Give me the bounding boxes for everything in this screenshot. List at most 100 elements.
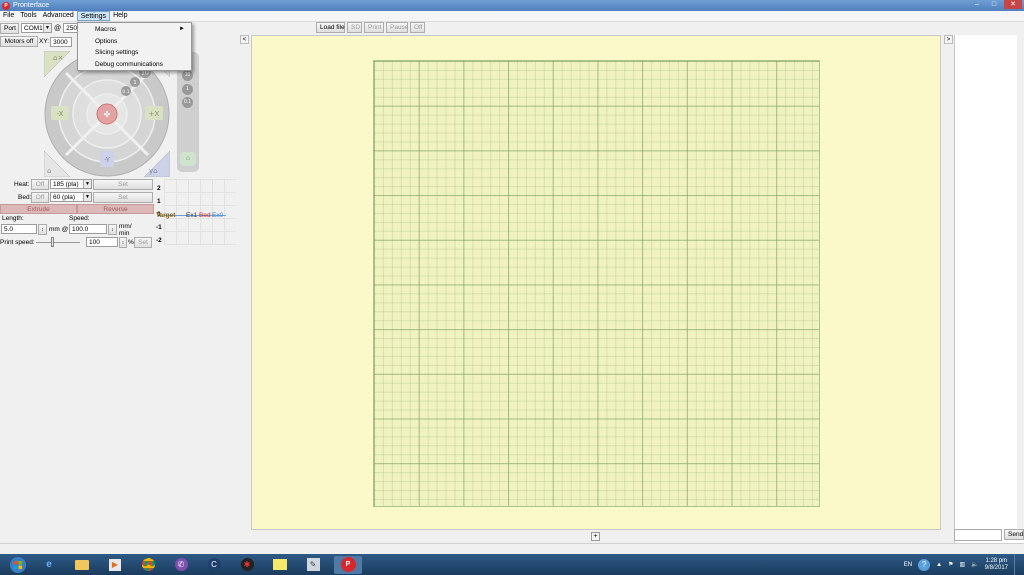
menubar: File Tools Advanced Settings Help [0, 11, 1024, 22]
media-player-icon[interactable]: ▶ [103, 556, 127, 574]
menu-item-macros[interactable]: Macros ► [78, 24, 191, 36]
system-tray: EN ? ▲ ⚑ ▥ 🔈 1:28 pm 9/8/2017 [904, 554, 1020, 575]
build-plate-grid[interactable] [373, 60, 820, 507]
at-label: @ [54, 24, 62, 32]
heat-off-button[interactable]: Off [31, 179, 49, 190]
bed-set-button[interactable]: Set [93, 192, 153, 203]
help-icon[interactable]: ? [918, 558, 931, 571]
ccleaner-icon[interactable]: C [202, 556, 226, 574]
jog-step-01-label: 0.1 [122, 89, 129, 95]
menu-advanced[interactable]: Advanced [40, 11, 77, 21]
length-input[interactable]: 5.0 [1, 224, 37, 234]
graph-tick: -2 [156, 237, 162, 244]
minimize-icon[interactable]: – [970, 0, 984, 9]
close-icon[interactable]: ✕ [1004, 0, 1022, 9]
temperature-graph: 2 1 0 -1 -2 Target Ex1 Bed Ex0 [154, 179, 236, 245]
heat-label: Heat: [14, 181, 30, 188]
jog-x-minus-label: -X [57, 110, 64, 118]
menu-item-macros-label: Macros [95, 26, 117, 33]
chrome-icon[interactable] [136, 556, 160, 574]
collapse-left-button[interactable]: < [240, 35, 249, 44]
heat-set-button[interactable]: Set [93, 179, 153, 190]
connection-row: Port COM1 ▼ @ 250000 [0, 22, 88, 34]
speed-stepper[interactable]: ↕ [108, 224, 117, 235]
menu-item-debug-communications[interactable]: Debug communications [78, 59, 191, 71]
home-x-icon: ⌂× [53, 54, 63, 62]
extrude-button[interactable]: Extrude [0, 204, 77, 214]
console-scrollbar[interactable] [1017, 35, 1024, 529]
pronterface-app-icon: P [2, 1, 10, 10]
load-file-button[interactable]: Load file [316, 22, 345, 33]
internet-explorer-icon[interactable]: e [37, 556, 61, 574]
console-send-row: Send [954, 529, 1024, 541]
menu-file[interactable]: File [0, 11, 17, 21]
length-stepper[interactable]: ↕ [38, 224, 47, 235]
menu-item-slicing-settings[interactable]: Slicing settings [78, 47, 191, 59]
language-indicator[interactable]: EN [904, 562, 912, 568]
menu-tools[interactable]: Tools [17, 11, 39, 21]
clock-time: 1:28 pm [985, 557, 1008, 564]
viber-icon[interactable]: ✆ [169, 556, 193, 574]
port-select[interactable]: COM1 ▼ [21, 23, 52, 33]
console-log[interactable] [954, 35, 1024, 543]
collapse-right-button[interactable]: > [944, 35, 953, 44]
z-step-1-badge[interactable]: 1 [182, 84, 193, 95]
bed-select[interactable]: 60 (pla) ▼ [50, 192, 92, 202]
print-speed-stepper[interactable]: ↕ [119, 237, 127, 248]
sd-button[interactable]: SD [347, 22, 362, 33]
heat-select[interactable]: 185 (pla) ▼ [50, 179, 92, 189]
print-speed-slider[interactable] [36, 242, 80, 243]
bed-select-value: 60 (pla) [53, 194, 76, 201]
status-bar [0, 543, 1024, 554]
command-input[interactable] [954, 529, 1002, 541]
xy-feedrate-input[interactable]: 3000 [50, 36, 73, 47]
menu-settings[interactable]: Settings [76, 11, 111, 21]
file-explorer-icon[interactable] [70, 556, 94, 574]
menu-item-options[interactable]: Options [78, 36, 191, 48]
bed-label: Bed: [18, 194, 32, 201]
network-icon[interactable]: ▥ [959, 561, 965, 568]
motors-row: Motors off XY: 3000 [0, 36, 73, 47]
home-all-icon: ⌂ [47, 167, 51, 175]
legend-target: Target [156, 212, 176, 219]
plus-icon[interactable]: + [591, 532, 600, 541]
slicer-app-icon[interactable]: ✱ [235, 556, 259, 574]
print-speed-input[interactable]: 100 [86, 237, 118, 247]
print-button[interactable]: Print [364, 22, 384, 33]
print-speed-set-button[interactable]: Set [134, 237, 152, 248]
reverse-button[interactable]: Reverse [77, 204, 154, 214]
port-select-value: COM1 [24, 25, 43, 32]
sticky-notes-icon[interactable] [268, 556, 292, 574]
maximize-icon[interactable]: □ [987, 0, 1001, 9]
graph-tick: 2 [157, 185, 161, 192]
port-button[interactable]: Port [0, 22, 19, 34]
off-button[interactable]: Off [410, 22, 425, 33]
clock-date: 9/8/2017 [984, 564, 1008, 571]
print-speed-label: Print speed: [0, 239, 35, 246]
flag-icon[interactable]: ⚑ [948, 561, 953, 568]
start-button[interactable] [8, 556, 28, 574]
graph-tick: -1 [156, 224, 162, 231]
graph-tick: 1 [157, 198, 161, 205]
show-desktop-button[interactable] [1014, 554, 1020, 575]
bed-off-button[interactable]: Off [31, 192, 49, 203]
z-step-01-badge[interactable]: 0.1 [182, 97, 193, 108]
z-step-10-badge[interactable]: 10 [182, 70, 193, 81]
print-speed-slider-thumb[interactable] [51, 237, 54, 247]
build-plate-canvas[interactable] [251, 35, 941, 530]
send-button[interactable]: Send [1004, 529, 1024, 540]
pronterface-taskbar-icon[interactable]: P [334, 555, 362, 574]
pause-button[interactable]: Pause [386, 22, 408, 33]
volume-icon[interactable]: 🔈 [971, 561, 978, 568]
heat-select-value: 185 (pla) [53, 181, 79, 188]
motors-off-button[interactable]: Motors off [0, 36, 38, 47]
chevron-up-icon[interactable]: ▲ [936, 562, 942, 568]
home-y-icon: y⌂ [149, 167, 158, 175]
windows-taskbar: e ▶ ✆ C ✱ ✎ P EN ? ▲ ⚑ ▥ 🔈 1:28 pm 9/8/2… [0, 554, 1024, 575]
tools-app-icon[interactable]: ✎ [301, 556, 325, 574]
clock[interactable]: 1:28 pm 9/8/2017 [985, 558, 1008, 572]
menu-help[interactable]: Help [110, 11, 130, 21]
speed-label: Speed: [69, 215, 90, 222]
home-z-icon[interactable]: ⌂ [180, 152, 196, 166]
speed-input[interactable]: 100.0 [69, 224, 107, 234]
